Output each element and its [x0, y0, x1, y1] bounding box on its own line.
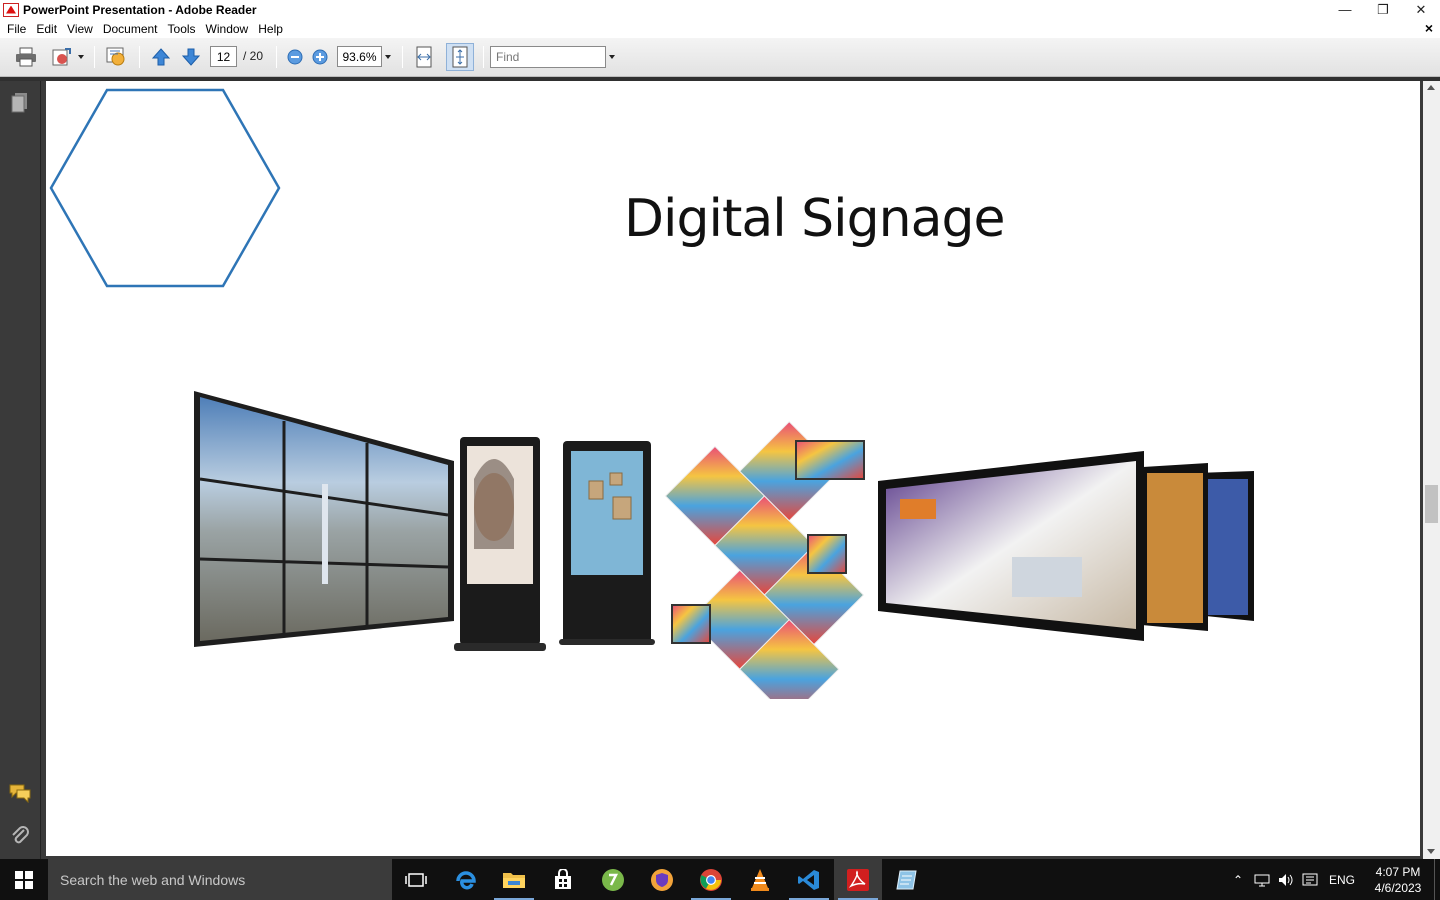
shield-icon [651, 868, 673, 891]
vertical-scrollbar[interactable] [1423, 81, 1440, 859]
edge-icon [456, 870, 476, 889]
clock-date: 4/6/2023 [1374, 880, 1422, 895]
window-title: PowerPoint Presentation - Adobe Reader [23, 2, 257, 17]
pdf-page: Digital Signage [46, 81, 1420, 856]
taskbar-vlc[interactable] [736, 859, 784, 900]
digital-signage-image [194, 391, 1254, 699]
restore-button[interactable]: ❐ [1364, 0, 1402, 19]
folder-icon [503, 872, 525, 888]
page-number-input[interactable]: 12 [210, 46, 237, 67]
taskbar-adobe-reader[interactable] [834, 859, 882, 900]
chevron-down-icon[interactable] [78, 55, 84, 59]
menu-help[interactable]: Help [253, 22, 288, 36]
taskbar-search-box[interactable]: Search the web and Windows [48, 859, 392, 900]
taskbar-edge[interactable] [442, 859, 490, 900]
close-document-button[interactable]: × [1425, 20, 1433, 36]
taskbar-file-explorer[interactable] [490, 859, 538, 900]
taskbar-app-green[interactable] [589, 859, 637, 900]
toolbar-separator [276, 46, 277, 68]
menu-bar: File Edit View Document Tools Window Hel… [0, 19, 1440, 38]
task-view-button[interactable] [392, 859, 440, 900]
clock[interactable]: 4:07 PM 4/6/2023 [1362, 864, 1434, 896]
menu-tools[interactable]: Tools [163, 22, 201, 36]
taskbar: Search the web and Windows ⌃ ENG 4:07 PM… [0, 859, 1440, 900]
pages-icon [11, 93, 27, 113]
menu-window[interactable]: Window [201, 22, 254, 36]
zoom-out-button[interactable] [281, 43, 309, 71]
collaborate-button[interactable] [102, 43, 130, 71]
action-center-icon[interactable] [1298, 859, 1322, 900]
pages-panel-button[interactable] [8, 91, 32, 115]
scroll-down-icon[interactable] [1427, 849, 1435, 854]
show-hidden-icons-button[interactable]: ⌃ [1226, 859, 1250, 900]
start-button[interactable] [0, 859, 48, 900]
navigation-panel [0, 81, 41, 859]
chevron-down-icon[interactable] [385, 55, 391, 59]
vlc-icon [751, 868, 769, 891]
title-bar: PowerPoint Presentation - Adobe Reader —… [0, 0, 1440, 19]
menu-edit[interactable]: Edit [31, 22, 62, 36]
taskbar-store[interactable] [539, 859, 587, 900]
fit-page-button[interactable] [446, 43, 474, 71]
zoom-in-button[interactable] [306, 43, 334, 71]
attachments-panel-button[interactable] [8, 823, 32, 847]
menu-file[interactable]: File [2, 22, 31, 36]
store-icon [555, 868, 571, 889]
previous-page-button[interactable] [147, 43, 175, 71]
adobe-reader-icon [847, 868, 869, 891]
taskbar-notes-app[interactable] [883, 859, 931, 900]
minimize-button[interactable]: — [1326, 0, 1364, 19]
print-button[interactable] [12, 43, 40, 71]
toolbar-separator [139, 46, 140, 68]
system-tray: ⌃ ENG 4:07 PM 4/6/2023 [1226, 859, 1440, 900]
hexagon-shape [49, 88, 281, 288]
toolbar-separator [402, 46, 403, 68]
chrome-icon [700, 868, 722, 891]
close-button[interactable]: ✕ [1402, 0, 1440, 19]
adobe-reader-icon [3, 2, 19, 17]
find-input[interactable]: Find [490, 46, 606, 68]
menu-view[interactable]: View [62, 22, 98, 36]
taskbar-vscode[interactable] [785, 859, 833, 900]
scrolling-mode-button[interactable] [410, 43, 438, 71]
notes-icon [896, 870, 917, 889]
scroll-mode-icon [416, 46, 432, 68]
task-view-icon [405, 872, 427, 887]
volume-icon[interactable] [1274, 859, 1298, 900]
clock-time: 4:07 PM [1375, 864, 1421, 879]
collaborate-icon [106, 47, 125, 66]
slide-title: Digital Signage [624, 189, 1005, 249]
green-app-icon [602, 868, 624, 891]
taskbar-chrome[interactable] [687, 859, 735, 900]
paperclip-icon [12, 826, 29, 844]
language-indicator[interactable]: ENG [1322, 873, 1362, 887]
chevron-down-icon[interactable] [609, 55, 615, 59]
comments-panel-button[interactable] [8, 781, 32, 805]
page-total: / 20 [243, 49, 264, 63]
zoom-in-icon [312, 49, 328, 65]
show-desktop-button[interactable] [1434, 859, 1440, 900]
create-pdf-button[interactable] [48, 43, 76, 71]
fit-page-icon [452, 46, 468, 68]
scrollbar-thumb[interactable] [1425, 485, 1438, 523]
network-icon[interactable] [1250, 859, 1274, 900]
window-controls: — ❐ ✕ [1326, 0, 1440, 19]
next-page-button[interactable] [177, 43, 205, 71]
scroll-up-icon[interactable] [1427, 85, 1435, 90]
toolbar-separator [483, 46, 484, 68]
toolbar: 12 / 20 93.6% Find [0, 38, 1440, 77]
arrow-up-icon [151, 48, 171, 66]
comments-icon [9, 784, 31, 803]
zoom-level-input[interactable]: 93.6% [337, 46, 382, 67]
zoom-out-icon [287, 49, 303, 65]
menu-document[interactable]: Document [98, 22, 163, 36]
toolbar-separator [94, 46, 95, 68]
vscode-icon [798, 869, 819, 890]
taskbar-vpn-app[interactable] [638, 859, 686, 900]
arrow-down-icon [181, 48, 201, 66]
create-pdf-icon [52, 48, 71, 66]
windows-logo-icon [15, 870, 33, 889]
print-icon [16, 47, 36, 67]
